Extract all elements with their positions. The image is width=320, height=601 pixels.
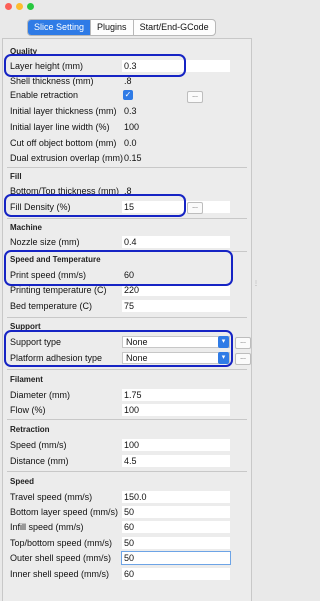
initial-layer-line-width-label: Initial layer line width (%)	[10, 122, 110, 132]
divider	[7, 419, 247, 420]
divider	[7, 218, 247, 219]
retraction-speed-label: Speed (mm/s)	[10, 440, 67, 450]
section-machine: Machine	[10, 223, 43, 232]
retraction-more-button[interactable]: ...	[187, 91, 203, 103]
nozzle-size-input[interactable]	[122, 236, 230, 248]
initial-layer-line-width-input[interactable]	[122, 121, 230, 133]
highlight-box	[4, 54, 186, 77]
shell-thickness-label: Shell thickness (mm)	[10, 76, 94, 86]
inner-shell-speed-label: Inner shell speed (mm/s)	[10, 569, 110, 579]
bottom-layer-speed-label: Bottom layer speed (mm/s)	[10, 507, 119, 517]
bottom-layer-speed-input[interactable]	[122, 506, 230, 518]
section-fill: Fill	[10, 172, 22, 181]
initial-layer-thickness-input[interactable]	[122, 105, 230, 117]
title-bar	[0, 0, 260, 14]
retraction-speed-input[interactable]	[122, 439, 230, 451]
section-speed: Speed	[10, 477, 35, 486]
resize-handle[interactable]: ⋮	[253, 280, 259, 287]
bed-temperature-label: Bed temperature (C)	[10, 301, 93, 311]
retraction-distance-input[interactable]	[122, 455, 230, 467]
outer-shell-speed-label: Outer shell speed (mm/s)	[10, 553, 112, 563]
diameter-input[interactable]	[122, 389, 230, 401]
flow-input[interactable]	[122, 404, 230, 416]
inner-shell-speed-input[interactable]	[122, 568, 230, 580]
top-bottom-speed-input[interactable]	[122, 537, 230, 549]
divider	[7, 471, 247, 472]
dual-extrusion-overlap-label: Dual extrusion overlap (mm)	[10, 153, 124, 163]
initial-layer-thickness-label: Initial layer thickness (mm)	[10, 106, 117, 116]
infill-speed-label: Infill speed (mm/s)	[10, 522, 84, 532]
travel-speed-input[interactable]	[122, 491, 230, 503]
section-retraction: Retraction	[10, 425, 50, 434]
divider	[7, 317, 247, 318]
divider	[7, 369, 247, 370]
zoom-window-button[interactable]	[27, 3, 34, 10]
close-window-button[interactable]	[5, 3, 12, 10]
cut-off-object-bottom-input[interactable]	[122, 137, 230, 149]
enable-retraction-checkbox[interactable]: ✓	[123, 90, 133, 100]
highlight-box	[4, 330, 233, 367]
dual-extrusion-overlap-input[interactable]	[122, 152, 230, 164]
adhesion-more-button[interactable]: ...	[235, 353, 251, 365]
printing-temperature-label: Printing temperature (C)	[10, 285, 107, 295]
highlight-box	[4, 194, 186, 217]
minimize-window-button[interactable]	[16, 3, 23, 10]
flow-label: Flow (%)	[10, 405, 46, 415]
section-filament: Filament	[10, 375, 43, 384]
travel-speed-label: Travel speed (mm/s)	[10, 492, 93, 502]
tab-slice-setting[interactable]: Slice Setting	[28, 20, 91, 35]
diameter-label: Diameter (mm)	[10, 390, 70, 400]
support-more-button[interactable]: ...	[235, 337, 251, 349]
outer-shell-speed-input[interactable]	[121, 551, 231, 565]
settings-panel: Quality Layer height (mm) Shell thicknes…	[2, 38, 252, 601]
bed-temperature-input[interactable]	[122, 300, 230, 312]
nozzle-size-label: Nozzle size (mm)	[10, 237, 80, 247]
tab-plugins[interactable]: Plugins	[90, 20, 133, 35]
fill-density-more-button[interactable]: ...	[187, 202, 203, 214]
cut-off-object-bottom-label: Cut off object bottom (mm)	[10, 138, 117, 148]
infill-speed-input[interactable]	[122, 521, 230, 533]
highlight-box	[4, 250, 233, 286]
retraction-distance-label: Distance (mm)	[10, 456, 69, 466]
tab-start-end-gcode[interactable]: Start/End-GCode	[132, 20, 215, 35]
enable-retraction-label: Enable retraction	[10, 90, 79, 100]
divider	[7, 167, 247, 168]
tab-bar: Slice Setting Plugins Start/End-GCode	[27, 19, 216, 36]
top-bottom-speed-label: Top/bottom speed (mm/s)	[10, 538, 113, 548]
